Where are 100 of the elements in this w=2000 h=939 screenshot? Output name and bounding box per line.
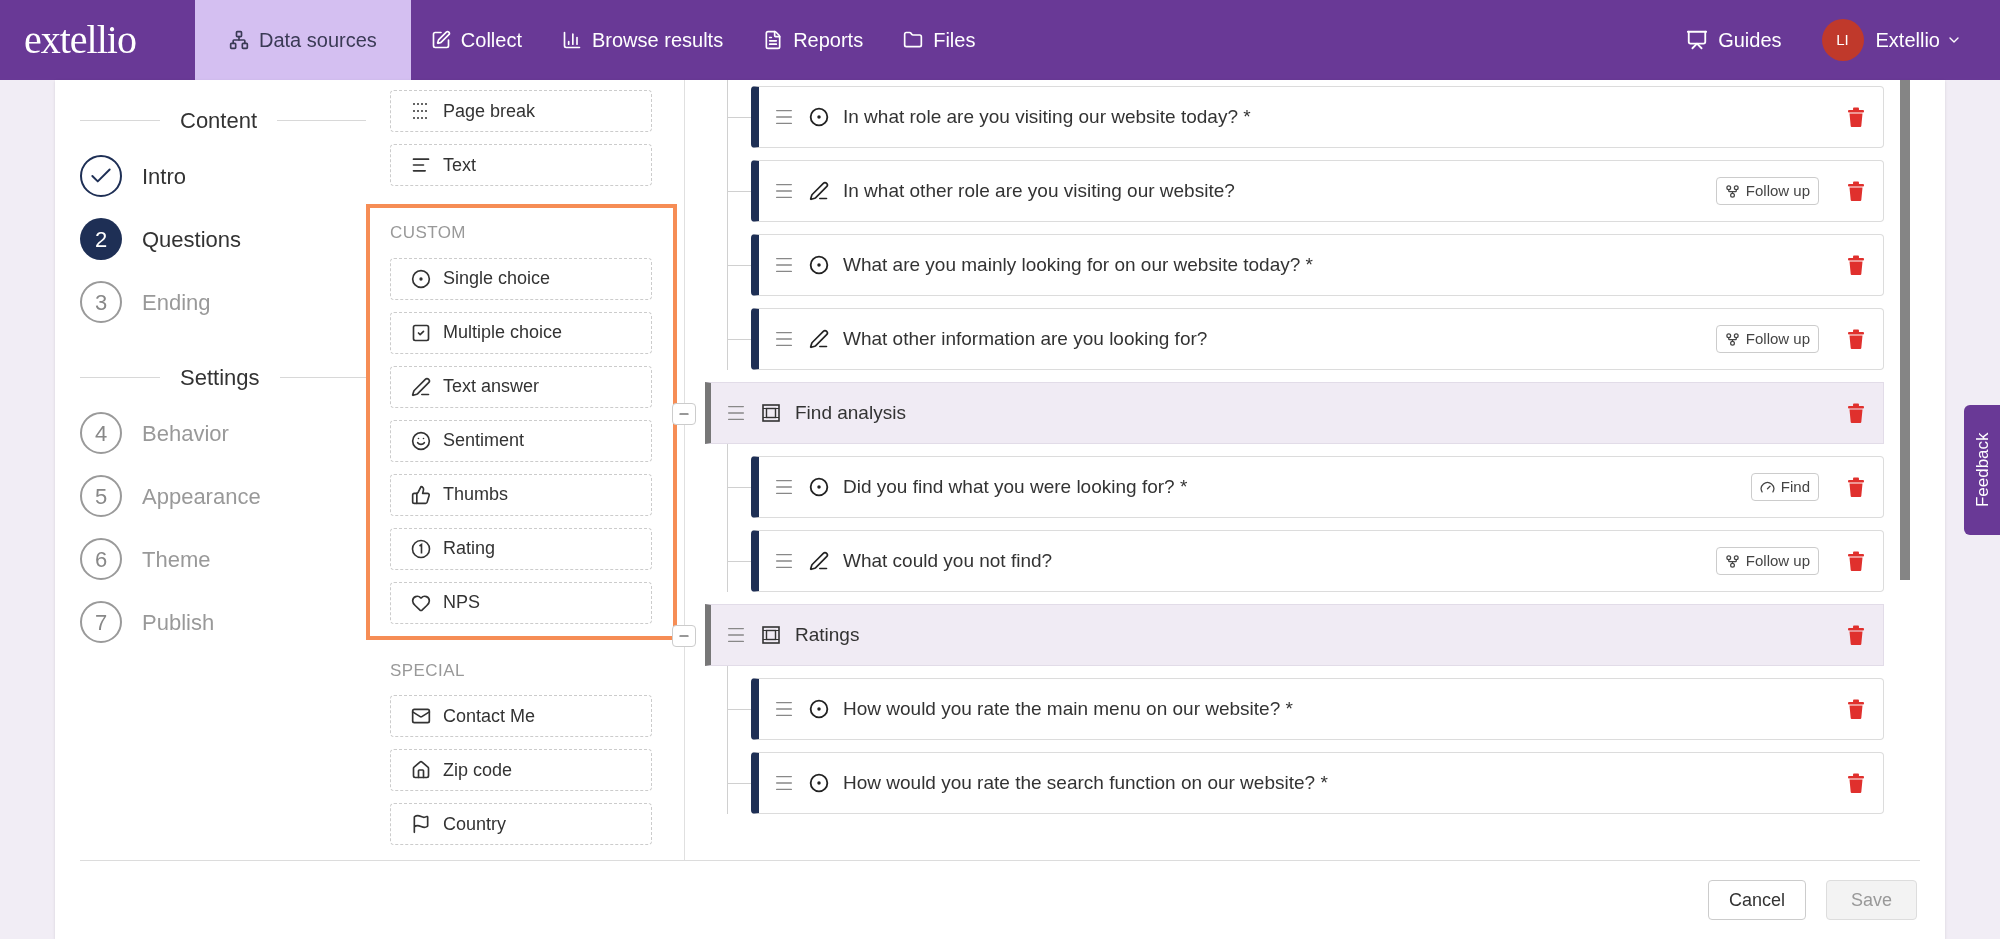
pen-icon xyxy=(809,329,829,349)
pen-icon xyxy=(809,551,829,571)
trash-icon[interactable] xyxy=(1847,625,1865,645)
group-title: Ratings xyxy=(795,622,861,647)
nav-tab[interactable]: Files xyxy=(883,0,996,80)
palette-item[interactable]: Text answer xyxy=(390,365,652,408)
group-title: Find analysis xyxy=(795,400,907,425)
branch-icon xyxy=(1724,553,1740,569)
trash-icon[interactable] xyxy=(1847,551,1865,571)
nav-tab[interactable]: Data sources xyxy=(195,0,411,80)
palette-heading: SPECIAL xyxy=(390,659,466,682)
nav-icon xyxy=(229,30,249,50)
nav-tab[interactable]: Reports xyxy=(743,0,884,80)
number-one-circle-icon xyxy=(411,538,431,559)
question-card[interactable]: What could you not find? Follow up xyxy=(751,530,1884,592)
trash-icon[interactable] xyxy=(1847,477,1865,497)
step-item[interactable]: 2 Questions xyxy=(80,218,366,260)
question-text: Did you find what you were looking for? * xyxy=(843,474,1189,499)
palette-item[interactable]: Rating xyxy=(390,527,652,570)
step-number: 6 xyxy=(80,538,122,580)
radio-icon xyxy=(809,477,829,497)
text-lines-icon xyxy=(411,155,431,175)
palette-item[interactable]: Page break xyxy=(390,90,652,132)
radio-icon xyxy=(809,699,829,719)
radio-icon xyxy=(411,268,431,289)
question-text: What are you mainly looking for on our website today? * xyxy=(843,252,1314,277)
group-card[interactable]: Find analysis xyxy=(705,382,1884,444)
radio-icon xyxy=(809,255,829,275)
section-heading: Settings xyxy=(180,364,260,392)
question-card[interactable]: In what role are you visiting our website today? * xyxy=(751,86,1884,148)
question-text: How would you rate the search function on our website? * xyxy=(843,770,1329,795)
question-text: What could you not find? xyxy=(843,548,1054,573)
radio-icon xyxy=(809,773,829,793)
tag: Follow up xyxy=(1715,177,1819,205)
presentation-icon xyxy=(1686,29,1709,51)
palette-item[interactable]: NPS xyxy=(390,581,652,624)
section-heading: Content xyxy=(180,107,258,135)
house-icon xyxy=(411,760,431,780)
collapse-toggle[interactable] xyxy=(672,625,696,647)
trash-icon[interactable] xyxy=(1847,403,1865,423)
question-card[interactable]: Did you find what you were looking for? * Find xyxy=(751,456,1884,518)
step-number: 2 xyxy=(80,218,122,260)
cancel-button[interactable]: Cancel xyxy=(1707,880,1806,920)
trash-icon[interactable] xyxy=(1847,255,1865,275)
question-card[interactable]: What are you mainly looking for on our website today? * xyxy=(751,234,1884,296)
step-item[interactable]: 6 Theme xyxy=(80,538,366,580)
collapse-toggle[interactable] xyxy=(672,403,696,425)
step-item[interactable]: 3 Ending xyxy=(80,281,366,323)
palette-item[interactable]: Thumbs xyxy=(390,473,652,516)
branch-icon xyxy=(1724,331,1740,347)
tag: Follow up xyxy=(1715,547,1819,575)
question-card[interactable]: How would you rate the main menu on our website? * xyxy=(751,678,1884,740)
palette-item[interactable]: Country xyxy=(390,803,652,845)
palette-item[interactable]: Zip code xyxy=(390,749,652,791)
step-item[interactable]: Intro xyxy=(80,155,366,197)
logo[interactable]: extellio xyxy=(0,0,195,80)
step-item[interactable]: 4 Behavior xyxy=(80,412,366,454)
thumbs-up-icon xyxy=(411,484,431,505)
question-card[interactable]: In what other role are you visiting our website? Follow up xyxy=(751,160,1884,222)
palette-heading: CUSTOM xyxy=(390,222,467,244)
trash-icon[interactable] xyxy=(1847,329,1865,349)
heart-icon xyxy=(411,592,431,613)
step-number: 5 xyxy=(80,475,122,517)
nav-icon xyxy=(430,30,451,50)
step-number: 3 xyxy=(80,281,122,323)
group-card[interactable]: Ratings xyxy=(705,604,1884,666)
palette-item[interactable]: Sentiment xyxy=(390,419,652,462)
trash-icon[interactable] xyxy=(1847,107,1865,127)
palette-item[interactable]: Single choice xyxy=(390,257,652,300)
radio-icon xyxy=(809,107,829,127)
pen-icon xyxy=(809,181,829,201)
nav-icon xyxy=(903,30,924,50)
question-card[interactable]: What other information are you looking for? Follow up xyxy=(751,308,1884,370)
step-item[interactable]: 7 Publish xyxy=(80,601,366,643)
group-icon xyxy=(761,625,781,645)
trash-icon[interactable] xyxy=(1847,181,1865,201)
question-text: In what role are you visiting our website today? * xyxy=(843,104,1252,129)
nav-tab[interactable]: Browse results xyxy=(542,0,744,80)
trash-icon[interactable] xyxy=(1847,699,1865,719)
avatar[interactable]: LI xyxy=(1821,19,1864,61)
palette-item[interactable]: Multiple choice xyxy=(390,311,652,354)
nav-tab[interactable]: Collect xyxy=(410,0,542,80)
step-number: 7 xyxy=(80,601,122,643)
nav-icon xyxy=(562,30,582,50)
group-icon xyxy=(761,403,781,423)
user-menu[interactable]: Extellio xyxy=(1875,25,1962,55)
palette-item[interactable]: Text xyxy=(390,144,652,186)
feedback-tab[interactable]: Feedback xyxy=(1964,405,2000,535)
step-item[interactable]: 5 Appearance xyxy=(80,475,366,517)
guides-link[interactable]: Guides xyxy=(1666,0,1802,80)
question-card[interactable]: How would you rate the search function on our website? * xyxy=(751,752,1884,814)
trash-icon[interactable] xyxy=(1847,773,1865,793)
step-number: 4 xyxy=(80,412,122,454)
palette-item[interactable]: Contact Me xyxy=(390,695,652,737)
pen-icon xyxy=(411,376,431,397)
tag: Follow up xyxy=(1715,325,1819,353)
scrollbar-thumb[interactable] xyxy=(1900,80,1910,580)
question-text: How would you rate the main menu on our website? * xyxy=(843,696,1294,721)
flag-icon xyxy=(411,814,431,834)
question-text: What other information are you looking for? xyxy=(843,326,1209,351)
